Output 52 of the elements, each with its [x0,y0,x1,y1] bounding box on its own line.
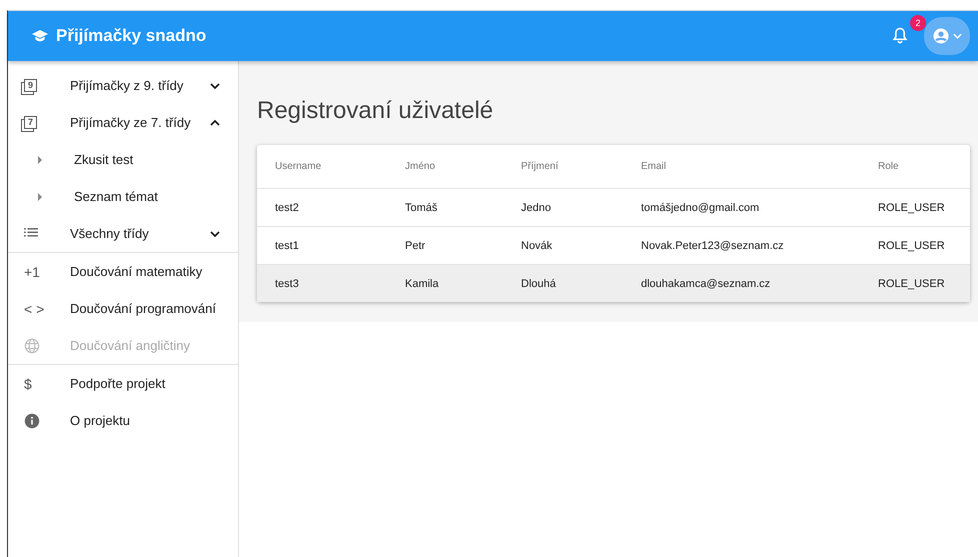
table-cell-text: ROLE_USER [878,202,946,214]
sidebar-subitem[interactable]: Seznam témat [8,178,238,215]
caret-icon [38,156,42,164]
column-header: Role [878,161,900,172]
symbol-icon: < > [24,300,44,316]
sidebar-item[interactable]: O projektu [8,402,238,439]
sidebar-item[interactable]: < > Doučování programování [8,290,238,327]
sidebar-subitem[interactable]: Zkusit test [8,141,238,178]
table-cell-text: Tomáš [405,202,438,214]
symbol-icon: +1 [24,264,40,280]
table-cell-text: tomášjedno@gmail.com [641,202,760,214]
sidebar-item[interactable]: 7 Přijímačky ze 7. třídy [8,104,238,141]
table-cell-text: test3 [275,278,300,290]
column-header: Username [275,161,322,172]
column-header: Jméno [405,161,436,172]
caret-icon [38,192,42,200]
caret-icon [953,33,962,39]
numbered-stack-icon: 7 [24,116,37,129]
user-icon [932,27,950,45]
table-cell-text: Kamila [405,278,440,290]
table-cell-text: test1 [275,240,300,252]
sidebar-item[interactable]: 9 Přijímačky z 9. třídy [8,67,238,104]
table-cell-text: Novák [521,240,554,252]
table-row[interactable]: test2 Tomáš Jedno tomášjedno@gmail.com ROLE_USER [257,188,970,226]
sidebar-item[interactable]: $ Podpořte projekt [8,365,238,402]
notification-count: 2 [910,15,926,31]
table-cell-text: ROLE_USER [878,240,946,252]
expand-icon [210,82,220,88]
sidebar-item[interactable]: +1 Doučování matematiky [8,253,238,290]
sidebar-item[interactable]: Všechny třídy [8,215,238,252]
table-cell-text: Novak.Peter123@seznam.cz [641,240,785,252]
account-button[interactable] [924,17,970,55]
numbered-stack-icon: 9 [24,79,37,92]
table-cell-text: test2 [275,202,300,214]
globe-icon [24,338,40,354]
column-header: Email [641,161,668,172]
info-icon [24,412,40,428]
table-cell-text: dlouhakamca@seznam.cz [641,278,772,290]
page-title: Registrovaní uživatelé [257,97,494,125]
collapse-icon [210,120,220,126]
notifications-button[interactable] [890,26,910,46]
bell-icon [890,26,910,46]
symbol-icon: $ [24,376,32,392]
column-header: Příjmení [521,161,560,172]
expand-icon [210,230,220,236]
table-cell-text: Petr [405,240,426,252]
table-cell-text: ROLE_USER [878,278,946,290]
table-row[interactable]: test3 Kamila Dlouhá dlouhakamca@seznam.cz ROLE_USER [257,264,970,302]
app-title: Přijímačky snadno [56,26,206,46]
graduation-cap-icon [32,30,48,42]
table-cell-text: Dlouhá [521,278,557,290]
table-cell-text: Jedno [521,202,552,214]
